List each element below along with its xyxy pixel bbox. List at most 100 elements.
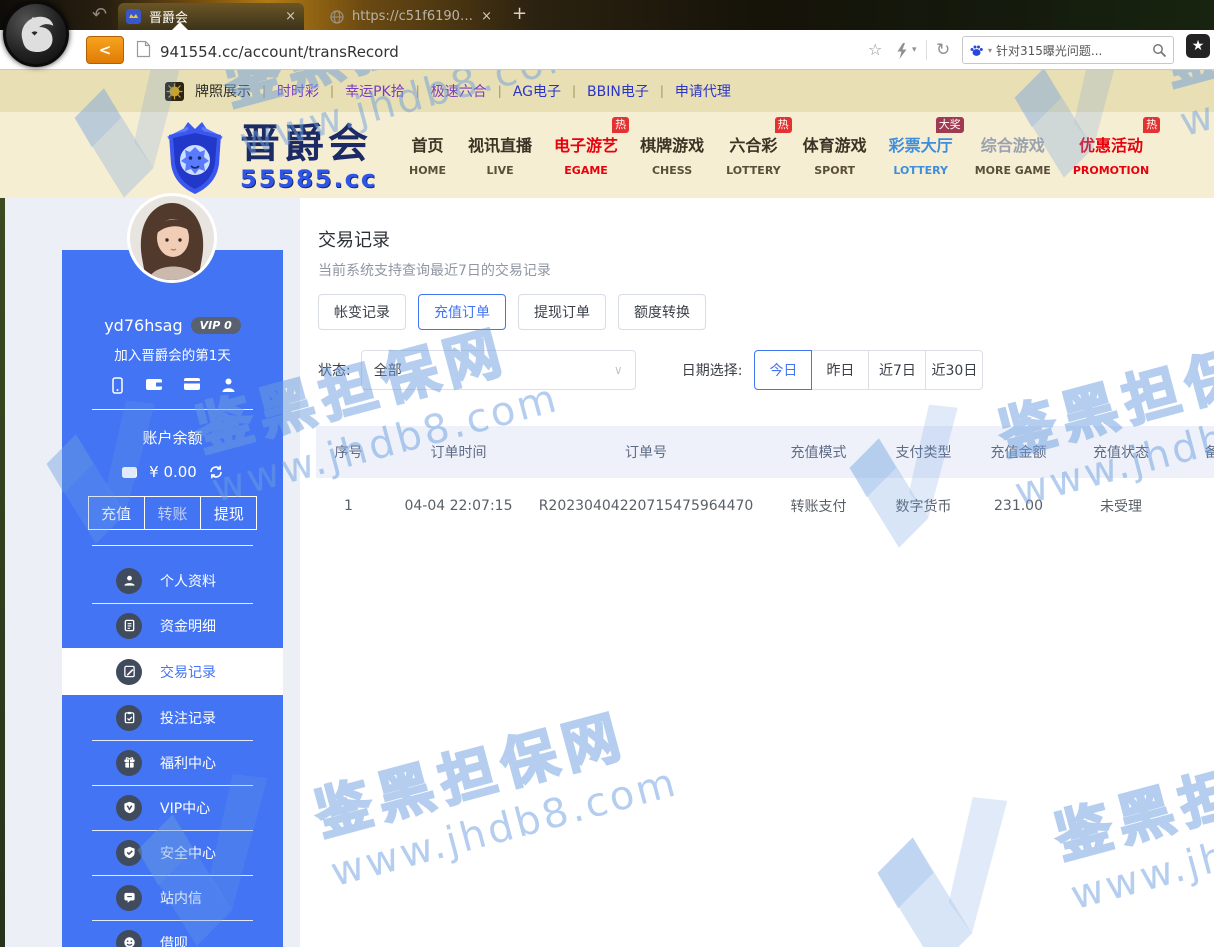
page-title: 交易记录	[318, 226, 390, 252]
nav-item-chess[interactable]: 棋牌游戏 CHESS	[629, 132, 715, 177]
nav-item-home[interactable]: 首页 HOME	[398, 132, 457, 177]
col-header-status: 充值状态	[1071, 442, 1171, 462]
col-header-index: 序号	[316, 442, 381, 462]
cell-deposit-mode: 转账支付	[756, 496, 881, 516]
sidebar-divider	[92, 545, 253, 546]
nav-item-sport[interactable]: 体育游戏 SPORT	[792, 132, 878, 177]
date-last7-button[interactable]: 近7日	[868, 350, 926, 390]
profile-icon	[116, 568, 142, 594]
phone-icon[interactable]	[110, 377, 125, 394]
leopard-logo-icon	[12, 10, 60, 58]
transaction-record-icon	[116, 659, 142, 685]
nav-item-live[interactable]: 视讯直播 LIVE	[457, 132, 543, 177]
notice-link-license[interactable]: 牌照展示	[195, 81, 251, 101]
avatar-photo	[130, 196, 214, 280]
status-label: 状态:	[318, 360, 351, 380]
main-navigation: 首页 HOME 视讯直播 LIVE 热 电子游艺 EGAME 棋牌游戏 CHES…	[398, 132, 1160, 177]
message-icon	[116, 885, 142, 911]
deposit-button[interactable]: 充值	[88, 496, 145, 530]
tabbar-back-arrow-icon[interactable]: ↶	[92, 4, 107, 25]
tab-credit-conversion[interactable]: 额度转换	[618, 294, 706, 330]
globe-icon	[330, 10, 344, 24]
site-header: 晋爵会 55585.cc 首页 HOME 视讯直播 LIVE 热 电子游艺 EG…	[0, 112, 1214, 198]
browser-search-box[interactable]: ▾ 针对315曝光问题...	[962, 36, 1174, 64]
notice-link[interactable]: 极速六合	[431, 81, 487, 101]
record-type-tabs: 帐变记录 充值订单 提现订单 额度转换	[318, 294, 706, 330]
browser-back-button[interactable]: <	[86, 36, 124, 64]
wallet-icon[interactable]	[145, 377, 163, 392]
search-suggestion-text[interactable]: 针对315曝光问题...	[996, 42, 1148, 59]
notice-link[interactable]: 幸运PK拾	[345, 81, 405, 101]
browser-menu-button[interactable]	[3, 1, 69, 67]
security-shield-icon	[116, 840, 142, 866]
tab-title: https://c51f61905c6b	[352, 9, 473, 24]
browser-tab-background[interactable]: https://c51f61905c6b ×	[322, 3, 500, 30]
tab-close-icon[interactable]: ×	[285, 9, 296, 24]
site-favicon-icon	[126, 9, 141, 24]
site-logo[interactable]: 晋爵会 55585.cc	[158, 118, 377, 196]
transfer-button[interactable]: 转账	[144, 496, 201, 530]
url-address-text[interactable]: 941554.cc/account/transRecord	[160, 43, 399, 61]
sidebar-item-borrow[interactable]: 借呗	[62, 920, 283, 947]
browser-tab-active[interactable]: 晋爵会 ×	[118, 3, 304, 30]
lion-shield-logo-icon	[158, 118, 232, 196]
nav-item-egame[interactable]: 热 电子游艺 EGAME	[543, 132, 629, 177]
sidebar-item-site-messages[interactable]: 站内信	[62, 875, 283, 920]
sidebar-item-transaction-record[interactable]: 交易记录	[62, 648, 283, 695]
sidebar-item-vip-center[interactable]: VIP中心	[62, 785, 283, 830]
notice-link[interactable]: BBIN电子	[587, 81, 649, 101]
lightning-dropdown-caret-icon[interactable]: ▾	[912, 45, 917, 55]
sidebar-divider	[92, 409, 253, 410]
tab-title: 晋爵会	[149, 7, 277, 26]
sidebar-item-funds-detail[interactable]: 资金明细	[62, 603, 283, 648]
hot-badge: 热	[1143, 117, 1160, 133]
withdraw-button[interactable]: 提现	[200, 496, 257, 530]
tab-account-change[interactable]: 帐变记录	[318, 294, 406, 330]
notice-link[interactable]: 时时彩	[277, 81, 319, 101]
bank-card-icon[interactable]	[183, 377, 201, 391]
tab-close-icon[interactable]: ×	[481, 9, 492, 24]
col-header-order-time: 订单时间	[381, 442, 536, 462]
transactions-table: 序号 订单时间 订单号 充值模式 支付类型 充值金额 充值状态 备注 1 04-…	[316, 426, 1214, 534]
refresh-balance-icon[interactable]	[208, 464, 224, 480]
new-tab-button[interactable]: +	[512, 3, 527, 24]
username: yd76hsag	[104, 316, 182, 335]
notice-link[interactable]: AG电子	[513, 81, 561, 101]
cell-pay-type: 数字货币	[881, 496, 966, 516]
nav-item-lottery[interactable]: 热 六合彩 LOTTERY	[715, 132, 792, 177]
date-today-button[interactable]: 今日	[754, 350, 812, 390]
status-selected-value: 全部	[374, 360, 614, 380]
sidebar-item-bet-record[interactable]: 投注记录	[62, 695, 283, 740]
active-tab-notch	[172, 22, 188, 30]
sidebar-item-security-center[interactable]: 安全中心	[62, 830, 283, 875]
nav-item-lottery-hall[interactable]: 大奖 彩票大厅 LOTTERY	[878, 132, 964, 177]
cell-index: 1	[316, 498, 381, 514]
col-header-deposit-mode: 充值模式	[756, 442, 881, 462]
main-content: 交易记录 当前系统支持查询最近7日的交易记录 帐变记录 充值订单 提现订单 额度…	[300, 198, 1214, 947]
favorites-star-button[interactable]: ★	[1186, 34, 1210, 58]
col-header-remark: 备注	[1171, 442, 1214, 462]
date-yesterday-button[interactable]: 昨日	[811, 350, 869, 390]
nav-item-promotion[interactable]: 热 优惠活动 PROMOTION	[1062, 132, 1160, 177]
sidebar-item-welfare-center[interactable]: 福利中心	[62, 740, 283, 785]
status-select[interactable]: 全部 ∨	[361, 350, 636, 390]
logo-domain: 55585.cc	[240, 167, 377, 191]
date-range-group: 今日 昨日 近7日 近30日	[754, 350, 983, 390]
tab-deposit-orders[interactable]: 充值订单	[418, 294, 506, 330]
date-select-label: 日期选择:	[682, 360, 743, 380]
lightning-icon[interactable]	[896, 42, 908, 60]
bookmark-star-icon[interactable]: ☆	[868, 40, 882, 59]
notice-link[interactable]: 申请代理	[675, 81, 731, 101]
col-header-order-no: 订单号	[536, 442, 756, 462]
user-avatar	[130, 196, 214, 280]
person-icon[interactable]	[221, 377, 236, 393]
date-last30-button[interactable]: 近30日	[925, 350, 983, 390]
nav-item-more-game[interactable]: 综合游戏 MORE GAME	[964, 132, 1062, 177]
search-engine-caret-icon[interactable]: ▾	[988, 46, 992, 55]
search-magnifier-icon[interactable]	[1152, 43, 1167, 58]
sidebar-item-profile[interactable]: 个人资料	[62, 558, 283, 603]
username-row: yd76hsagVIP 0	[62, 316, 283, 335]
refresh-icon[interactable]: ↻	[936, 40, 950, 60]
tab-withdraw-orders[interactable]: 提现订单	[518, 294, 606, 330]
cell-amount: 231.00	[966, 498, 1071, 514]
